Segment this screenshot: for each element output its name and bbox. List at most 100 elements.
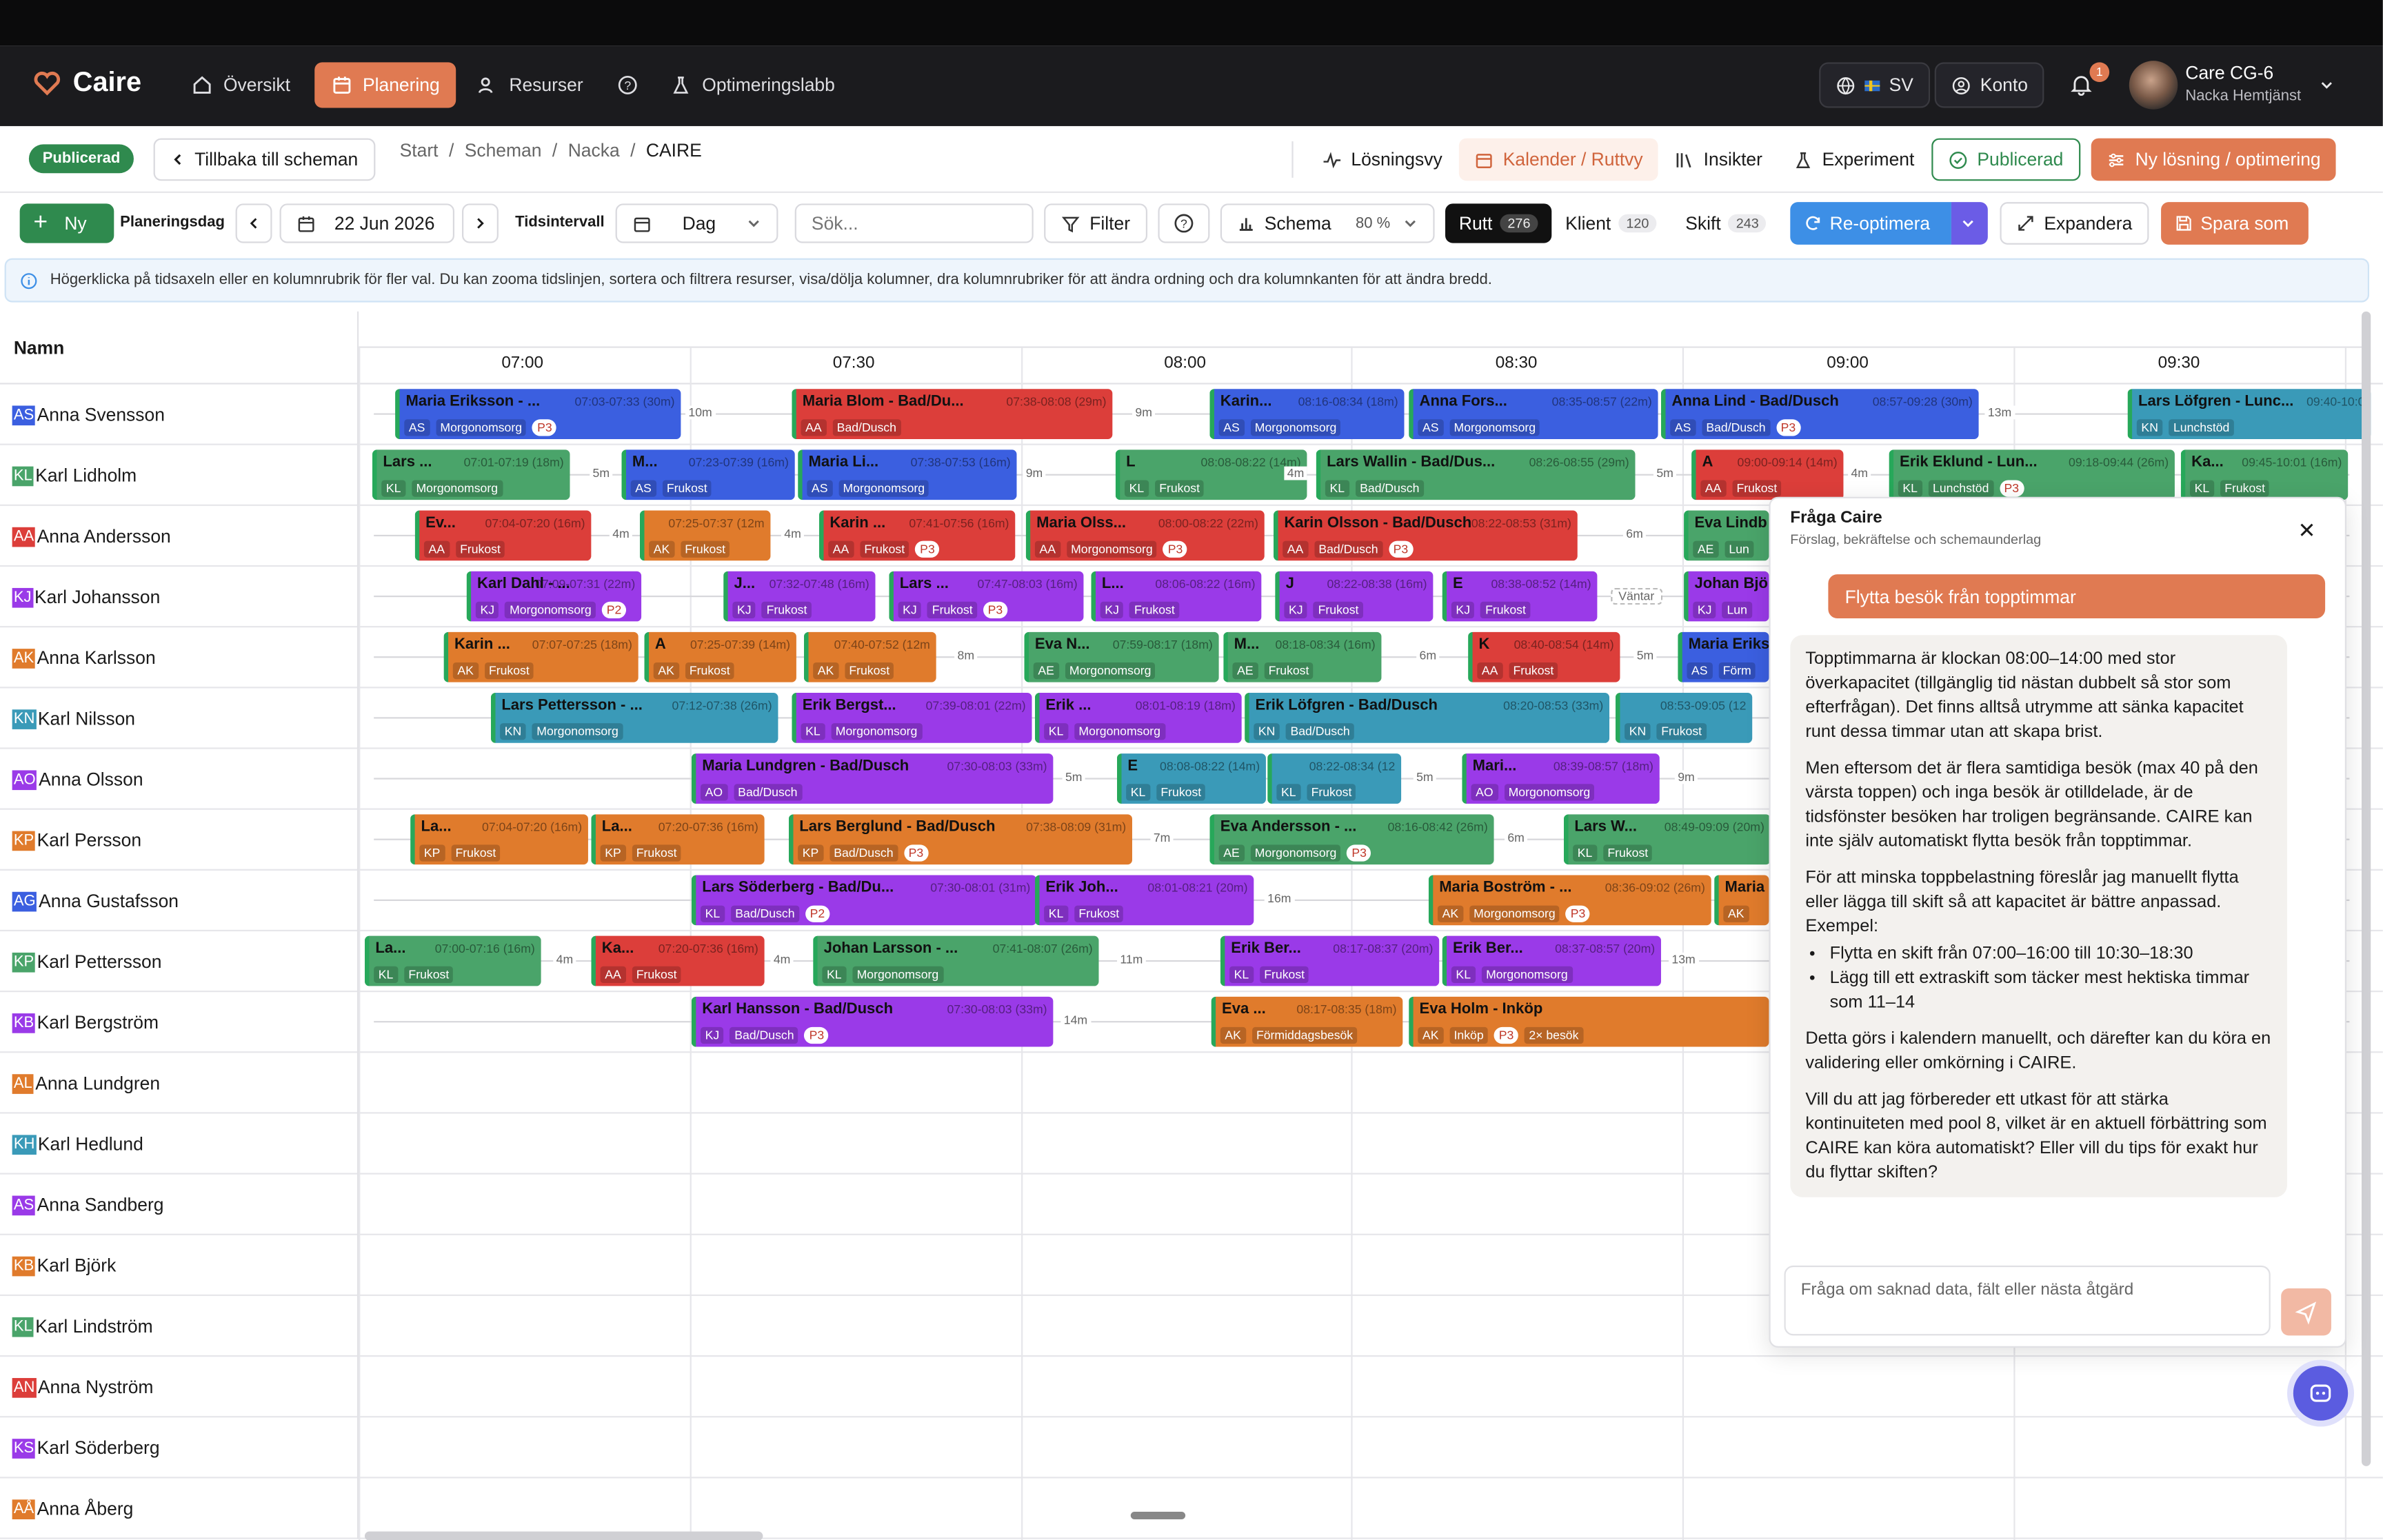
resource-row[interactable]: AN Anna Nyström <box>0 1357 2383 1418</box>
reoptimize-dropdown[interactable] <box>1951 202 1988 245</box>
visit-card[interactable]: Karin Olsson - Bad/Dusch 08:22-08:53 (31m… <box>1273 510 1578 561</box>
language-selector[interactable]: SV <box>1819 62 1931 108</box>
back-to-schedules-button[interactable]: Tillbaka till scheman <box>153 138 375 181</box>
visit-card[interactable]: Karin ... 07:07-07:25 (18m) AK Frukost <box>443 631 639 682</box>
resource-name-cell[interactable]: KL Karl Lindström <box>0 1296 359 1357</box>
visit-card[interactable]: La... 07:04-07:20 (16m) KP Frukost <box>410 814 588 865</box>
close-icon[interactable]: ✕ <box>2297 518 2315 544</box>
filter-button[interactable]: Filter <box>1044 203 1147 243</box>
prev-day-button[interactable] <box>235 203 272 243</box>
visit-card[interactable]: Lars Söderberg - Bad/Du... 07:30-08:01 (3… <box>691 875 1037 926</box>
visit-card[interactable]: Lars Löfgren - Lunc... 09:40-10:0 KN Lunchs… <box>2127 389 2371 439</box>
brand-logo[interactable]: Caire <box>33 67 141 99</box>
resource-name-cell[interactable]: AK Anna Karlsson <box>0 627 359 689</box>
horizontal-scrollbar[interactable] <box>364 1531 763 1540</box>
resource-name-cell[interactable]: AG Anna Gustafsson <box>0 870 359 932</box>
expand-button[interactable]: Expandera <box>2000 202 2149 245</box>
visit-card[interactable]: La... 07:00-07:16 (16m) KL Frukost <box>364 935 541 986</box>
view-klient-tab[interactable]: Klient 120 <box>1551 203 1670 243</box>
resource-name-cell[interactable]: AL Anna Lundgren <box>0 1053 359 1114</box>
resource-name-cell[interactable]: KN Karl Nilsson <box>0 688 359 749</box>
visit-card[interactable]: Eva N... 07:59-08:17 (18m) AE Morgonomsorg <box>1024 631 1219 682</box>
visit-card[interactable]: Lars Berglund - Bad/Dusch 07:38-08:09 (31… <box>788 814 1132 865</box>
user-menu-chevron-icon[interactable] <box>2319 77 2334 92</box>
visit-card[interactable]: La... 07:20-07:36 (16m) KP Frukost <box>591 814 765 865</box>
resource-name-cell[interactable]: KB Karl Bergström <box>0 992 359 1053</box>
visit-card[interactable]: Maria Eriksson - ... 07:03-07:33 (30m) AS M… <box>395 389 681 439</box>
date-picker[interactable]: 22 Jun 2026 <box>279 203 454 243</box>
resource-name-cell[interactable]: KS Karl Söderberg <box>0 1417 359 1479</box>
resource-row[interactable]: AÅ Anna Åberg <box>0 1478 2383 1539</box>
visit-card[interactable]: Ka... 07:20-07:36 (16m) AA Frukost <box>591 935 765 986</box>
visit-card[interactable]: K 08:40-08:54 (14m) AA Frukost <box>1468 631 1620 682</box>
visit-card[interactable]: Karin... 08:16-08:34 (18m) AS Morgonomsorg <box>1209 389 1405 439</box>
next-day-button[interactable] <box>462 203 499 243</box>
resource-name-cell[interactable]: KB Karl Björk <box>0 1235 359 1297</box>
resource-name-cell[interactable]: AO Anna Olsson <box>0 749 359 810</box>
resource-name-cell[interactable]: KL Karl Lidholm <box>0 445 359 506</box>
visit-card[interactable]: M... 08:18-08:34 (16m) AE Frukost <box>1223 631 1382 682</box>
resource-name-cell[interactable]: AS Anna Sandberg <box>0 1174 359 1235</box>
resource-name-cell[interactable]: KP Karl Persson <box>0 809 359 871</box>
nav-resurser[interactable]: Resurser <box>462 62 599 108</box>
nav-planering[interactable]: Planering <box>314 62 456 108</box>
visit-card[interactable]: Erik Bergst... 07:39-08:01 (22m) KL Morgono… <box>792 693 1032 743</box>
visit-card[interactable]: 07:40-07:52 (12m AK Frukost <box>803 631 936 682</box>
visit-card[interactable]: Karl Hansson - Bad/Dusch 07:30-08:03 (33m… <box>691 996 1054 1047</box>
visit-card[interactable]: Karin ... 07:41-07:56 (16m) AA Frukost P3 <box>818 510 1016 561</box>
send-button[interactable] <box>2281 1288 2331 1336</box>
visit-card[interactable]: L... 08:06-08:22 (16m) KJ Frukost <box>1091 571 1262 622</box>
calendar-route-view-button[interactable]: Kalender / Ruttvy <box>1458 138 1658 181</box>
visit-card[interactable]: Johan Bjö KJ Lun <box>1684 571 1769 622</box>
breadcrumb-start[interactable]: Start <box>400 140 439 161</box>
user-info[interactable]: Care CG-6 Nacka Hemtjänst <box>2185 62 2301 108</box>
time-tick-label[interactable]: 09:30 <box>2158 354 2200 372</box>
visit-card[interactable]: Ev... 07:04-07:20 (16m) AA Frukost <box>414 510 592 561</box>
resource-name-cell[interactable]: KJ Karl Johansson <box>0 567 359 628</box>
name-column-header[interactable]: Namn <box>0 311 359 385</box>
visit-card[interactable]: Lars ... 07:47-08:03 (16m) KJ Frukost P3 <box>889 571 1084 622</box>
time-tick-label[interactable]: 09:00 <box>1827 354 1869 372</box>
view-rutt-tab[interactable]: Rutt 276 <box>1445 203 1552 243</box>
visit-card[interactable]: 08:53-09:05 (12 KN Frukost <box>1615 693 1753 743</box>
account-button[interactable]: Konto <box>1934 62 2045 108</box>
visit-card[interactable]: Eva Holm - Inköp AK Inköp P3 2× besök <box>1409 996 1769 1047</box>
time-tick-label[interactable]: 07:30 <box>833 354 875 372</box>
visit-card[interactable]: Erik Ber... 08:17-08:37 (20m) KL Frukost <box>1220 935 1440 986</box>
new-solution-button[interactable]: Ny lösning / optimering <box>2091 138 2336 181</box>
visit-card[interactable]: Anna Fors... 08:35-08:57 (22m) AS Morgonoms… <box>1409 389 1658 439</box>
reoptimize-button[interactable]: Re-optimera <box>1790 202 1951 245</box>
resource-row[interactable]: KS Karl Söderberg <box>0 1417 2383 1479</box>
help-button[interactable]: ? <box>1158 203 1210 243</box>
visit-card[interactable]: Mari... 08:39-08:57 (18m) AO Morgonomsorg <box>1462 753 1660 804</box>
new-button[interactable]: + Ny <box>19 203 114 243</box>
breadcrumb-scheman[interactable]: Scheman <box>465 140 542 161</box>
visit-card[interactable]: J... 07:32-07:48 (16m) KJ Frukost <box>723 571 876 622</box>
visit-card[interactable]: Maria Olss... 08:00-08:22 (22m) AA Morgonom… <box>1025 510 1265 561</box>
solution-view-button[interactable]: Lösningsvy <box>1307 139 1457 181</box>
nav-optimeringslabb[interactable]: Optimeringslabb <box>655 62 850 108</box>
resource-name-cell[interactable]: KH Karl Hedlund <box>0 1113 359 1175</box>
visit-card[interactable]: Erik Eklund - Lun... 09:18-09:44 (26m) KL L… <box>1889 449 2175 500</box>
timeline-header[interactable] <box>359 312 2383 385</box>
visit-card[interactable]: A 07:25-07:39 (14m) AK Frukost <box>644 631 796 682</box>
visit-card[interactable]: Erik Ber... 08:37-08:57 (20m) KL Morgonomso… <box>1442 935 1661 986</box>
visit-card[interactable]: J 08:22-08:38 (16m) KJ Frukost <box>1275 571 1434 622</box>
resource-name-cell[interactable]: KP Karl Pettersson <box>0 931 359 993</box>
resource-name-cell[interactable]: AÅ Anna Åberg <box>0 1478 359 1539</box>
resource-name-cell[interactable]: AS Anna Svensson <box>0 384 359 445</box>
visit-card[interactable]: Ka... 09:45-10:01 (16m) KL Frukost <box>2180 449 2349 500</box>
time-tick-label[interactable]: 08:00 <box>1164 354 1206 372</box>
visit-card[interactable]: Lars Wallin - Bad/Dus... 08:26-08:55 (29m… <box>1316 449 1636 500</box>
visit-card[interactable]: Anna Lind - Bad/Dusch 08:57-09:28 (30m) AS… <box>1660 389 1979 439</box>
visit-card[interactable]: M... 07:23-07:39 (16m) AS Frukost <box>621 449 795 500</box>
visit-card[interactable]: Maria Eriks AS Förm <box>1678 631 1769 682</box>
nav-oversikt[interactable]: Översikt <box>177 62 305 108</box>
schema-select[interactable]: Schema 80 % <box>1220 203 1435 243</box>
breadcrumb-nacka[interactable]: Nacka <box>568 140 620 161</box>
resource-row[interactable]: AS Anna Svensson <box>0 384 2383 445</box>
vertical-scrollbar[interactable] <box>2362 311 2371 1466</box>
visit-card[interactable]: 07:25-07:37 (12m AK Frukost <box>639 510 771 561</box>
visit-card[interactable]: Maria Blom - Bad/Du... 07:38-08:08 (29m) A… <box>792 389 1113 439</box>
assistant-input[interactable]: Fråga om saknad data, fält eller nästa å… <box>1784 1265 2271 1336</box>
